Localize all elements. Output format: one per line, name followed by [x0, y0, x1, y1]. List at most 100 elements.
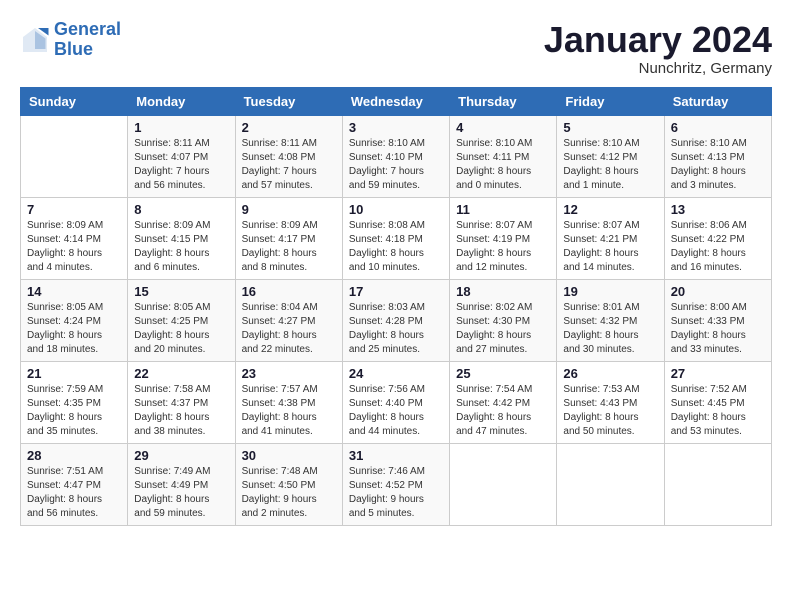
calendar-cell: 11 Sunrise: 8:07 AM Sunset: 4:19 PM Dayli…	[450, 197, 557, 279]
calendar-week-1: 1 Sunrise: 8:11 AM Sunset: 4:07 PM Daylig…	[21, 115, 772, 197]
day-info: Sunrise: 8:02 AM Sunset: 4:30 PM Dayligh…	[456, 301, 550, 357]
day-number: 11	[456, 202, 550, 217]
day-info: Sunrise: 7:49 AM Sunset: 4:49 PM Dayligh…	[134, 465, 228, 521]
calendar-week-4: 21Sunrise: 7:59 AM Sunset: 4:35 PM Dayli…	[21, 361, 772, 443]
day-info: Sunrise: 7:56 AM Sunset: 4:40 PM Dayligh…	[349, 383, 443, 439]
calendar-cell: 29 Sunrise: 7:49 AM Sunset: 4:49 PM Dayli…	[128, 443, 235, 525]
col-header-saturday: Saturday	[664, 87, 771, 115]
col-header-sunday: Sunday	[21, 87, 128, 115]
day-info: Sunrise: 8:01 AM Sunset: 4:32 PM Dayligh…	[563, 301, 657, 357]
day-info: Sunrise: 8:09 AM Sunset: 4:15 PM Dayligh…	[134, 219, 228, 275]
calendar-cell: 31 Sunrise: 7:46 AM Sunset: 4:52 PM Dayli…	[342, 443, 449, 525]
calendar-cell: 16 Sunrise: 8:04 AM Sunset: 4:27 PM Dayli…	[235, 279, 342, 361]
day-info: Sunrise: 8:10 AM Sunset: 4:12 PM Dayligh…	[563, 137, 657, 193]
calendar-cell: 5 Sunrise: 8:10 AM Sunset: 4:12 PM Daylig…	[557, 115, 664, 197]
calendar-cell: 30 Sunrise: 7:48 AM Sunset: 4:50 PM Dayli…	[235, 443, 342, 525]
day-info: Sunrise: 8:09 AM Sunset: 4:17 PM Dayligh…	[242, 219, 336, 275]
day-info: Sunrise: 7:46 AM Sunset: 4:52 PM Dayligh…	[349, 465, 443, 521]
day-info: Sunrise: 7:48 AM Sunset: 4:50 PM Dayligh…	[242, 465, 336, 521]
calendar-cell: 21Sunrise: 7:59 AM Sunset: 4:35 PM Dayli…	[21, 361, 128, 443]
day-info: Sunrise: 8:11 AM Sunset: 4:08 PM Dayligh…	[242, 137, 336, 193]
day-info: Sunrise: 8:03 AM Sunset: 4:28 PM Dayligh…	[349, 301, 443, 357]
calendar-cell: 7 Sunrise: 8:09 AM Sunset: 4:14 PM Daylig…	[21, 197, 128, 279]
day-info: Sunrise: 8:10 AM Sunset: 4:13 PM Dayligh…	[671, 137, 765, 193]
day-number: 16	[242, 284, 336, 299]
day-number: 20	[671, 284, 765, 299]
calendar-table: SundayMondayTuesdayWednesdayThursdayFrid…	[20, 87, 772, 526]
calendar-cell: 12Sunrise: 8:07 AM Sunset: 4:21 PM Dayli…	[557, 197, 664, 279]
day-info: Sunrise: 8:05 AM Sunset: 4:25 PM Dayligh…	[134, 301, 228, 357]
logo-icon	[20, 25, 50, 55]
calendar-cell: 10Sunrise: 8:08 AM Sunset: 4:18 PM Dayli…	[342, 197, 449, 279]
calendar-cell: 8 Sunrise: 8:09 AM Sunset: 4:15 PM Daylig…	[128, 197, 235, 279]
calendar-cell: 20Sunrise: 8:00 AM Sunset: 4:33 PM Dayli…	[664, 279, 771, 361]
logo-text: GeneralBlue	[54, 20, 121, 60]
calendar-cell: 17 Sunrise: 8:03 AM Sunset: 4:28 PM Dayli…	[342, 279, 449, 361]
day-info: Sunrise: 8:06 AM Sunset: 4:22 PM Dayligh…	[671, 219, 765, 275]
day-info: Sunrise: 7:57 AM Sunset: 4:38 PM Dayligh…	[242, 383, 336, 439]
day-number: 28	[27, 448, 121, 463]
day-number: 1	[134, 120, 228, 135]
page-header: GeneralBlue January 2024 Nunchritz, Germ…	[20, 20, 772, 77]
location: Nunchritz, Germany	[544, 60, 772, 77]
day-number: 8	[134, 202, 228, 217]
day-number: 7	[27, 202, 121, 217]
calendar-cell: 9 Sunrise: 8:09 AM Sunset: 4:17 PM Daylig…	[235, 197, 342, 279]
calendar-week-5: 28 Sunrise: 7:51 AM Sunset: 4:47 PM Dayli…	[21, 443, 772, 525]
day-number: 22	[134, 366, 228, 381]
day-number: 31	[349, 448, 443, 463]
calendar-week-3: 14 Sunrise: 8:05 AM Sunset: 4:24 PM Dayli…	[21, 279, 772, 361]
calendar-cell: 18 Sunrise: 8:02 AM Sunset: 4:30 PM Dayli…	[450, 279, 557, 361]
calendar-cell: 27Sunrise: 7:52 AM Sunset: 4:45 PM Dayli…	[664, 361, 771, 443]
calendar-cell: 6 Sunrise: 8:10 AM Sunset: 4:13 PM Daylig…	[664, 115, 771, 197]
day-number: 12	[563, 202, 657, 217]
day-info: Sunrise: 8:05 AM Sunset: 4:24 PM Dayligh…	[27, 301, 121, 357]
day-number: 9	[242, 202, 336, 217]
day-info: Sunrise: 8:10 AM Sunset: 4:11 PM Dayligh…	[456, 137, 550, 193]
day-number: 13	[671, 202, 765, 217]
day-info: Sunrise: 7:51 AM Sunset: 4:47 PM Dayligh…	[27, 465, 121, 521]
day-number: 10	[349, 202, 443, 217]
day-info: Sunrise: 8:11 AM Sunset: 4:07 PM Dayligh…	[134, 137, 228, 193]
day-info: Sunrise: 8:04 AM Sunset: 4:27 PM Dayligh…	[242, 301, 336, 357]
calendar-week-2: 7 Sunrise: 8:09 AM Sunset: 4:14 PM Daylig…	[21, 197, 772, 279]
col-header-monday: Monday	[128, 87, 235, 115]
month-title: January 2024	[544, 20, 772, 60]
col-header-thursday: Thursday	[450, 87, 557, 115]
title-block: January 2024 Nunchritz, Germany	[544, 20, 772, 77]
day-info: Sunrise: 8:07 AM Sunset: 4:19 PM Dayligh…	[456, 219, 550, 275]
day-info: Sunrise: 7:59 AM Sunset: 4:35 PM Dayligh…	[27, 383, 121, 439]
logo: GeneralBlue	[20, 20, 121, 60]
day-number: 23	[242, 366, 336, 381]
day-number: 17	[349, 284, 443, 299]
day-number: 27	[671, 366, 765, 381]
calendar-cell	[557, 443, 664, 525]
calendar-cell: 19Sunrise: 8:01 AM Sunset: 4:32 PM Dayli…	[557, 279, 664, 361]
day-number: 2	[242, 120, 336, 135]
day-number: 15	[134, 284, 228, 299]
calendar-cell	[450, 443, 557, 525]
day-number: 3	[349, 120, 443, 135]
calendar-cell: 14 Sunrise: 8:05 AM Sunset: 4:24 PM Dayli…	[21, 279, 128, 361]
calendar-cell: 2 Sunrise: 8:11 AM Sunset: 4:08 PM Daylig…	[235, 115, 342, 197]
day-number: 30	[242, 448, 336, 463]
day-number: 18	[456, 284, 550, 299]
day-number: 29	[134, 448, 228, 463]
day-number: 6	[671, 120, 765, 135]
calendar-cell: 28 Sunrise: 7:51 AM Sunset: 4:47 PM Dayli…	[21, 443, 128, 525]
day-info: Sunrise: 7:58 AM Sunset: 4:37 PM Dayligh…	[134, 383, 228, 439]
calendar-cell: 24Sunrise: 7:56 AM Sunset: 4:40 PM Dayli…	[342, 361, 449, 443]
day-number: 14	[27, 284, 121, 299]
calendar-cell: 3Sunrise: 8:10 AM Sunset: 4:10 PM Daylig…	[342, 115, 449, 197]
day-number: 5	[563, 120, 657, 135]
header-row: SundayMondayTuesdayWednesdayThursdayFrid…	[21, 87, 772, 115]
day-info: Sunrise: 7:53 AM Sunset: 4:43 PM Dayligh…	[563, 383, 657, 439]
day-number: 26	[563, 366, 657, 381]
calendar-cell: 1 Sunrise: 8:11 AM Sunset: 4:07 PM Daylig…	[128, 115, 235, 197]
calendar-cell: 25Sunrise: 7:54 AM Sunset: 4:42 PM Dayli…	[450, 361, 557, 443]
col-header-wednesday: Wednesday	[342, 87, 449, 115]
col-header-friday: Friday	[557, 87, 664, 115]
day-info: Sunrise: 8:09 AM Sunset: 4:14 PM Dayligh…	[27, 219, 121, 275]
day-info: Sunrise: 7:54 AM Sunset: 4:42 PM Dayligh…	[456, 383, 550, 439]
calendar-cell: 26 Sunrise: 7:53 AM Sunset: 4:43 PM Dayli…	[557, 361, 664, 443]
